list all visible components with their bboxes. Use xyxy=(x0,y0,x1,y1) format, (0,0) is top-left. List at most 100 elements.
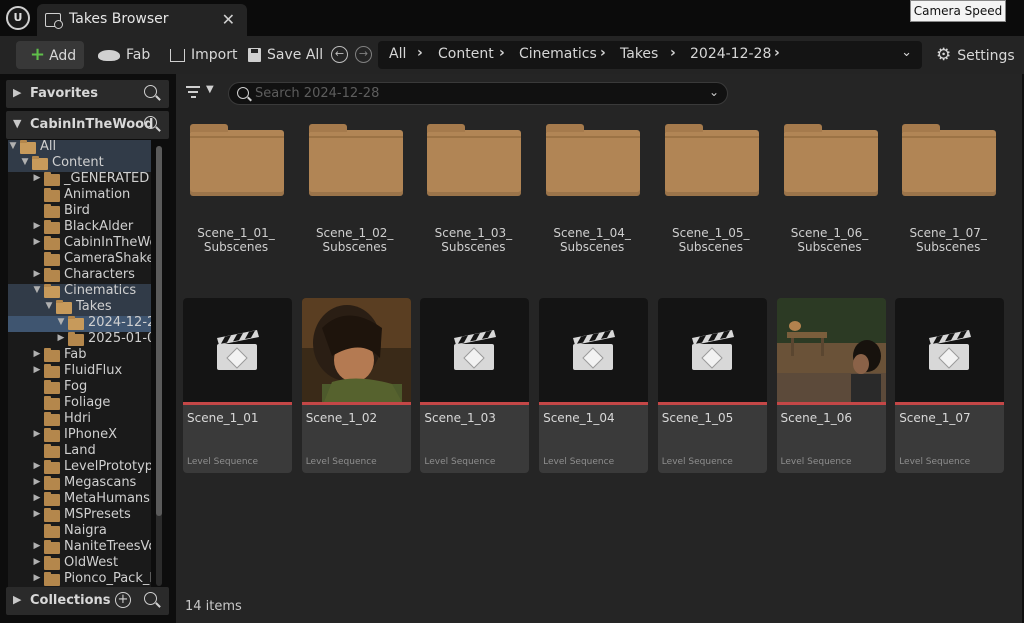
fab-button[interactable]: Fab xyxy=(98,41,150,69)
folder-tile[interactable]: Scene_1_03_ Subscenes xyxy=(423,122,523,262)
close-tab-button[interactable]: ✕ xyxy=(222,10,235,29)
folder-tile[interactable]: Scene_1_02_ Subscenes xyxy=(305,122,405,262)
tree-item[interactable]: ▶ Characters xyxy=(8,267,151,284)
collapse-arrow-icon[interactable]: ▶ xyxy=(13,86,21,99)
collapse-arrow-icon[interactable]: ▶ xyxy=(32,237,42,247)
breadcrumb-content[interactable]: Content xyxy=(438,46,494,62)
tree-item[interactable]: ▼ 2024-12-28 xyxy=(8,315,151,332)
import-button[interactable]: Import xyxy=(170,41,237,69)
tree-item[interactable]: Land xyxy=(8,443,151,460)
breadcrumb-date[interactable]: 2024-12-28 xyxy=(690,46,771,62)
collapse-arrow-icon[interactable]: ▶ xyxy=(32,269,42,279)
save-all-button[interactable]: Save All xyxy=(248,41,323,69)
tree-item[interactable]: ▶ BlackAlder xyxy=(8,219,151,236)
search-input[interactable] xyxy=(255,85,695,102)
project-header[interactable]: ▼ CabinInTheWood xyxy=(6,111,169,139)
expand-arrow-icon[interactable]: ▼ xyxy=(56,317,66,327)
tree-item[interactable]: Naigra xyxy=(8,523,151,540)
chevron-down-icon[interactable]: ⌄ xyxy=(901,45,912,60)
level-sequence-tile[interactable]: Scene_1_02 Level Sequence xyxy=(301,298,411,473)
collapse-arrow-icon[interactable]: ▶ xyxy=(32,557,42,567)
breadcrumb-cinematics[interactable]: Cinematics xyxy=(519,46,597,62)
collapse-arrow-icon[interactable]: ▶ xyxy=(32,173,42,183)
folder-tile[interactable]: Scene_1_04_ Subscenes xyxy=(542,122,642,262)
add-button[interactable]: + Add xyxy=(16,41,84,69)
tree-item[interactable]: ▶ CabinInTheWo xyxy=(8,235,151,252)
tree-item[interactable]: ▶ Fab xyxy=(8,347,151,364)
collapse-arrow-icon[interactable]: ▶ xyxy=(32,541,42,551)
level-sequence-tile[interactable]: Scene_1_03 Level Sequence xyxy=(420,298,530,473)
tree-item[interactable]: ▶ IPhoneX xyxy=(8,427,151,444)
collapse-arrow-icon[interactable]: ▶ xyxy=(32,477,42,487)
collapse-arrow-icon[interactable]: ▶ xyxy=(32,429,42,439)
level-sequence-tile[interactable]: Scene_1_04 Level Sequence xyxy=(539,298,649,473)
folder-tile[interactable]: Scene_1_06_ Subscenes xyxy=(780,122,880,262)
tree-item[interactable]: ▶ _GENERATED xyxy=(8,171,151,188)
expand-arrow-icon[interactable]: ▼ xyxy=(44,301,54,311)
collapse-arrow-icon[interactable]: ▶ xyxy=(56,333,66,343)
tree-item[interactable]: ▶ MSPresets xyxy=(8,507,151,524)
expand-arrow-icon[interactable]: ▼ xyxy=(32,285,42,295)
tree-item[interactable]: Hdri xyxy=(8,411,151,428)
collections-header[interactable]: ▶ Collections + xyxy=(6,587,169,615)
filter-button[interactable]: ▼ xyxy=(186,84,218,102)
back-button[interactable]: ← xyxy=(331,46,348,63)
add-collection-icon[interactable]: + xyxy=(115,592,131,608)
breadcrumb-separator-icon[interactable]: › xyxy=(417,45,423,61)
scrollbar-thumb[interactable] xyxy=(156,146,162,516)
tree-scrollbar[interactable] xyxy=(156,146,162,586)
collapse-arrow-icon[interactable]: ▶ xyxy=(32,573,42,583)
breadcrumb-separator-icon[interactable]: › xyxy=(774,45,780,61)
search-icon[interactable] xyxy=(144,116,157,129)
chevron-down-icon[interactable]: ⌄ xyxy=(709,85,719,99)
breadcrumb-separator-icon[interactable]: › xyxy=(600,45,606,61)
search-icon[interactable] xyxy=(144,592,157,605)
folder-label: Scene_1_07_ Subscenes xyxy=(909,226,987,254)
collapse-arrow-icon[interactable]: ▶ xyxy=(13,593,21,606)
settings-button[interactable]: ⚙ Settings xyxy=(936,41,1015,69)
tree-item[interactable]: ▶ Megascans xyxy=(8,475,151,492)
breadcrumb-separator-icon[interactable]: › xyxy=(499,45,505,61)
tree-item[interactable]: ▶ OldWest xyxy=(8,555,151,572)
tree-item[interactable]: ▶ 2025-01-07 xyxy=(8,331,151,348)
tree-item[interactable]: Foliage xyxy=(8,395,151,412)
level-sequence-tile[interactable]: Scene_1_05 Level Sequence xyxy=(657,298,767,473)
thumbnail-image xyxy=(776,298,886,402)
tree-item[interactable]: CameraShake xyxy=(8,251,151,268)
tree-item[interactable]: ▼ All xyxy=(8,140,151,156)
tree-item[interactable]: ▶ Pionco_Pack_I xyxy=(8,571,151,587)
collapse-arrow-icon[interactable]: ▶ xyxy=(32,349,42,359)
forward-button[interactable]: → xyxy=(355,46,372,63)
tree-item[interactable]: ▶ FluidFlux xyxy=(8,363,151,380)
tab-takes-browser[interactable]: Takes Browser ✕ xyxy=(37,4,247,36)
collapse-arrow-icon[interactable]: ▶ xyxy=(32,461,42,471)
collapse-arrow-icon[interactable]: ▶ xyxy=(32,221,42,231)
expand-arrow-icon[interactable]: ▼ xyxy=(8,141,18,151)
breadcrumb-separator-icon[interactable]: › xyxy=(670,45,676,61)
unreal-logo-icon[interactable]: U xyxy=(6,6,30,30)
folder-tile[interactable]: Scene_1_01_ Subscenes xyxy=(186,122,286,262)
tree-item[interactable]: ▼ Content xyxy=(8,155,151,172)
collapse-arrow-icon[interactable]: ▶ xyxy=(32,493,42,503)
tree-item[interactable]: ▶ NaniteTreesVo xyxy=(8,539,151,556)
folder-tile[interactable]: Scene_1_07_ Subscenes xyxy=(898,122,998,262)
tree-item[interactable]: ▶ MetaHumans xyxy=(8,491,151,508)
tree-item[interactable]: Fog xyxy=(8,379,151,396)
level-sequence-tile[interactable]: Scene_1_01 Level Sequence xyxy=(183,298,292,473)
level-sequence-tile[interactable]: Scene_1_07 Level Sequence xyxy=(895,298,1005,473)
expand-arrow-icon[interactable]: ▼ xyxy=(13,117,21,130)
level-sequence-tile[interactable]: Scene_1_06 Level Sequence xyxy=(776,298,886,473)
tree-item[interactable]: ▼ Takes xyxy=(8,299,151,316)
tree-item[interactable]: Bird xyxy=(8,203,151,220)
expand-arrow-icon[interactable]: ▼ xyxy=(20,157,30,167)
collapse-arrow-icon[interactable]: ▶ xyxy=(32,509,42,519)
collapse-arrow-icon[interactable]: ▶ xyxy=(32,365,42,375)
folder-tile[interactable]: Scene_1_05_ Subscenes xyxy=(661,122,761,262)
tree-item[interactable]: ▼ Cinematics xyxy=(8,283,151,300)
breadcrumb-all[interactable]: All xyxy=(389,46,406,62)
breadcrumb-takes[interactable]: Takes xyxy=(620,46,658,62)
tree-item[interactable]: Animation xyxy=(8,187,151,204)
tree-item[interactable]: ▶ LevelPrototypi xyxy=(8,459,151,476)
search-icon[interactable] xyxy=(144,85,157,98)
favorites-header[interactable]: ▶ Favorites xyxy=(6,80,169,108)
